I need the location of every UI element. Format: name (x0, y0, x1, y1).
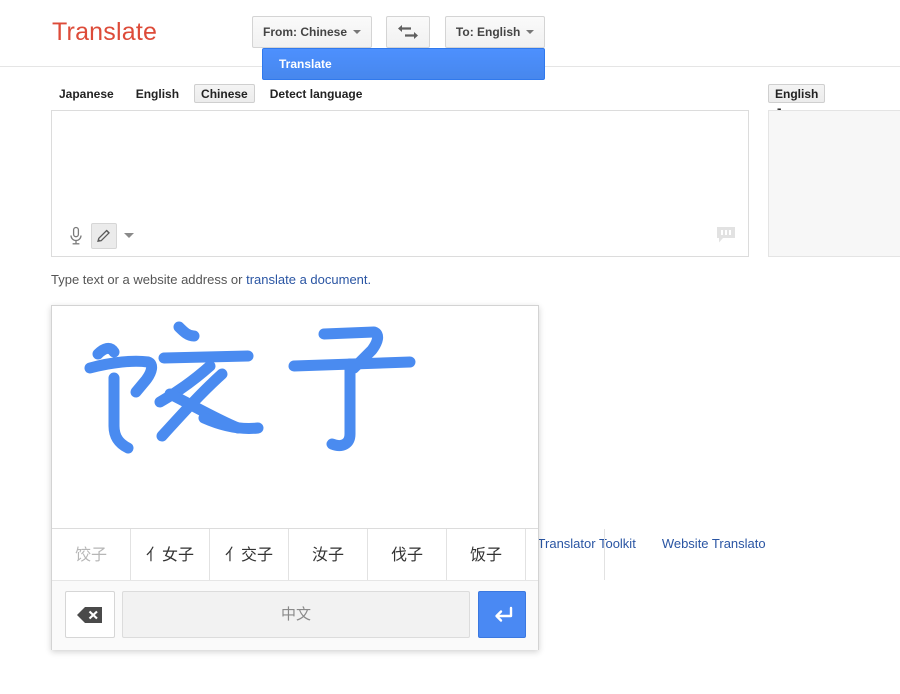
tab-target-english[interactable]: English (768, 84, 826, 103)
page-title: Translate (52, 18, 158, 46)
translate-button[interactable]: Translate (262, 48, 546, 80)
candidate-item[interactable]: 亻女子 (131, 529, 210, 580)
handwriting-panel: 饺子 亻女子 亻交子 汝子 伐子 饭子 中文 (51, 305, 605, 650)
enter-button[interactable] (478, 591, 526, 638)
handwriting-ink (84, 321, 416, 454)
candidate-item[interactable]: 亻交子 (210, 529, 289, 580)
from-language-label: From: Chinese (263, 25, 348, 39)
translate-page: Translate From: Chinese To: English Tran… (0, 0, 900, 694)
source-language-tabs: Japanese English Chinese Detect language (52, 84, 377, 103)
pencil-icon (97, 229, 110, 242)
candidate-item[interactable]: 汝子 (289, 529, 368, 580)
backspace-icon (77, 606, 102, 623)
app-header: Translate From: Chinese To: English Tran… (0, 0, 900, 80)
sidebar-item-japanese[interactable]: Japanese (52, 84, 121, 103)
sidebar-item-english[interactable]: English (129, 84, 186, 103)
swap-arrows-icon (398, 25, 419, 39)
language-controls: From: Chinese To: English Translate (252, 16, 546, 80)
sidebar-item-chinese[interactable]: Chinese (194, 84, 255, 103)
speech-bubble-icon[interactable] (716, 226, 736, 244)
to-language-dropdown[interactable]: To: English (444, 16, 546, 48)
candidate-item[interactable]: 伐子 (368, 529, 447, 580)
from-language-dropdown[interactable]: From: Chinese (252, 16, 373, 48)
input-method-chevron-down-icon[interactable] (124, 233, 134, 238)
translate-document-link[interactable]: translate a document. (246, 272, 371, 287)
backspace-button[interactable] (65, 591, 115, 638)
to-language-label: To: English (455, 25, 521, 39)
handwriting-canvas[interactable] (52, 306, 538, 528)
input-hint: Type text or a website address or transl… (51, 271, 371, 289)
website-translator-link[interactable]: Website Translato (662, 536, 766, 551)
microphone-icon[interactable] (65, 225, 87, 247)
input-hint-text: Type text or a website address or (51, 272, 247, 287)
candidate-item[interactable]: 饭子 (447, 529, 526, 580)
return-arrow-icon (495, 606, 513, 622)
candidate-item[interactable]: 饺子 (52, 529, 131, 580)
candidate-list: 饺子 亻女子 亻交子 汝子 伐子 饭子 (52, 528, 605, 580)
handwriting-keyrow: 中文 (52, 580, 538, 650)
translation-output (768, 110, 900, 257)
candidate-item[interactable] (526, 529, 605, 580)
chevron-down-icon (353, 29, 362, 34)
handwriting-input-button[interactable] (91, 223, 117, 249)
chevron-down-icon (526, 29, 535, 34)
swap-languages-button[interactable] (386, 16, 431, 48)
source-toolbar (51, 216, 749, 257)
target-language-tabs: EnglishJapanese (768, 84, 900, 120)
sidebar-item-detect-language[interactable]: Detect language (263, 84, 370, 103)
handwriting-text-input[interactable]: 中文 (122, 591, 470, 638)
